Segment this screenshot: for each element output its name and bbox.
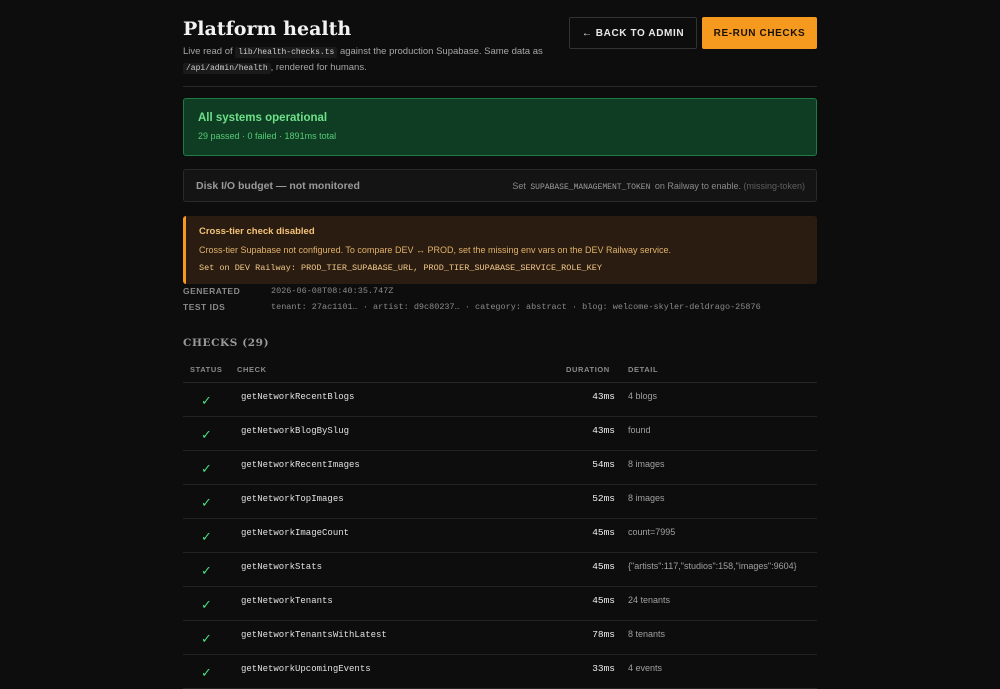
status-summary: 29 passed · 0 failed · 1891ms total: [198, 131, 337, 141]
table-row: ✓ getNetworkUpcomingEvents 33ms 4 events: [183, 655, 817, 689]
warning-code: Set on DEV Railway: PROD_TIER_SUPABASE_U…: [199, 263, 602, 273]
check-duration: 52ms: [592, 493, 615, 504]
check-detail: 8 tenants: [628, 629, 666, 639]
disk-io-hint: Set SUPABASE_MANAGEMENT_TOKEN on Railway…: [512, 181, 805, 192]
table-row: ✓ getNetworkTenantsWithLatest 78ms 8 ten…: [183, 621, 817, 655]
check-icon: ✓: [201, 665, 212, 680]
subtitle-text-mid: against the production Supabase. Same da…: [339, 46, 543, 57]
generated-label: GENERATED: [183, 286, 241, 296]
column-header-duration: DURATION: [566, 365, 610, 374]
check-duration: 54ms: [592, 459, 615, 470]
cross-tier-warning: Cross-tier check disabled Cross-tier Sup…: [183, 216, 817, 284]
status-title: All systems operational: [198, 112, 328, 124]
column-header-status: STATUS: [190, 365, 223, 374]
warning-title: Cross-tier check disabled: [199, 226, 315, 237]
check-duration: 45ms: [592, 561, 615, 572]
table-row: ✓ getNetworkBlogBySlug 43ms found: [183, 417, 817, 451]
subtitle-text-pre: Live read of: [183, 46, 233, 57]
check-name: getNetworkTenants: [241, 596, 333, 606]
check-icon: ✓: [201, 461, 212, 476]
check-name: getNetworkStats: [241, 562, 323, 572]
back-to-admin-button[interactable]: ← BACK TO ADMIN: [569, 17, 697, 49]
check-name: getNetworkTopImages: [241, 494, 344, 504]
test-ids-value: tenant: 27ac1101… · artist: d9c80237… · …: [271, 302, 761, 312]
check-duration: 43ms: [592, 391, 615, 402]
status-banner: All systems operational 29 passed · 0 fa…: [183, 98, 817, 156]
check-duration: 43ms: [592, 425, 615, 436]
check-icon: ✓: [201, 427, 212, 442]
check-detail: 8 images: [628, 459, 665, 469]
warning-body: Cross-tier Supabase not configured. To c…: [199, 245, 672, 255]
check-detail: 4 events: [628, 663, 663, 673]
disk-io-panel: Disk I/O budget — not monitored Set SUPA…: [183, 169, 817, 202]
test-ids-label: TEST IDS: [183, 302, 226, 312]
check-name: getNetworkTenantsWithLatest: [241, 630, 387, 640]
check-duration: 45ms: [592, 527, 615, 538]
table-row: ✓ getNetworkImageCount 45ms count=7995: [183, 519, 817, 553]
checks-table-body: ✓ getNetworkRecentBlogs 43ms 4 blogs ✓ g…: [183, 383, 817, 689]
checks-heading: CHECKS (29): [183, 337, 270, 349]
page-header: Platform health Live read of lib/health-…: [183, 0, 817, 87]
table-row: ✓ getNetworkTenants 45ms 24 tenants: [183, 587, 817, 621]
subtitle-code-api: /api/admin/health: [183, 63, 271, 74]
check-name: getNetworkBlogBySlug: [241, 426, 350, 436]
check-detail: 8 images: [628, 493, 665, 503]
check-duration: 45ms: [592, 595, 615, 606]
disk-hint-code: SUPABASE_MANAGEMENT_TOKEN: [530, 183, 651, 192]
subtitle-text-post: , rendered for humans.: [270, 62, 367, 73]
page-subtitle: Live read of lib/health-checks.ts agains…: [183, 44, 553, 76]
check-detail: 4 blogs: [628, 391, 658, 401]
page-title: Platform health: [183, 18, 352, 40]
table-row: ✓ getNetworkTopImages 52ms 8 images: [183, 485, 817, 519]
disk-hint-pre: Set: [512, 181, 526, 191]
check-icon: ✓: [201, 393, 212, 408]
check-duration: 33ms: [592, 663, 615, 674]
page-container: Platform health Live read of lib/health-…: [183, 0, 817, 689]
check-detail: {"artists":117,"studios":158,"images":96…: [628, 561, 797, 571]
check-duration: 78ms: [592, 629, 615, 640]
column-header-detail: DETAIL: [628, 365, 659, 374]
check-icon: ✓: [201, 597, 212, 612]
check-icon: ✓: [201, 563, 212, 578]
table-row: ✓ getNetworkRecentBlogs 43ms 4 blogs: [183, 383, 817, 417]
table-row: ✓ getNetworkRecentImages 54ms 8 images: [183, 451, 817, 485]
check-name: getNetworkUpcomingEvents: [241, 664, 371, 674]
check-detail: 24 tenants: [628, 595, 671, 605]
disk-reason: (missing-token): [743, 181, 805, 191]
generated-value: 2026-06-08T08:40:35.747Z: [271, 286, 394, 296]
check-icon: ✓: [201, 529, 212, 544]
disk-io-title: Disk I/O budget — not monitored: [196, 180, 360, 192]
rerun-checks-button[interactable]: RE-RUN CHECKS: [702, 17, 817, 49]
check-detail: found: [628, 425, 651, 435]
table-row: ✓ getNetworkStats 45ms {"artists":117,"s…: [183, 553, 817, 587]
column-header-check: CHECK: [237, 365, 267, 374]
check-icon: ✓: [201, 495, 212, 510]
check-detail: count=7995: [628, 527, 676, 537]
subtitle-code-lib: lib/health-checks.ts: [235, 47, 338, 58]
check-name: getNetworkImageCount: [241, 528, 350, 538]
check-name: getNetworkRecentBlogs: [241, 392, 355, 402]
check-icon: ✓: [201, 631, 212, 646]
disk-hint-post: on Railway to enable.: [654, 181, 741, 191]
check-name: getNetworkRecentImages: [241, 460, 360, 470]
